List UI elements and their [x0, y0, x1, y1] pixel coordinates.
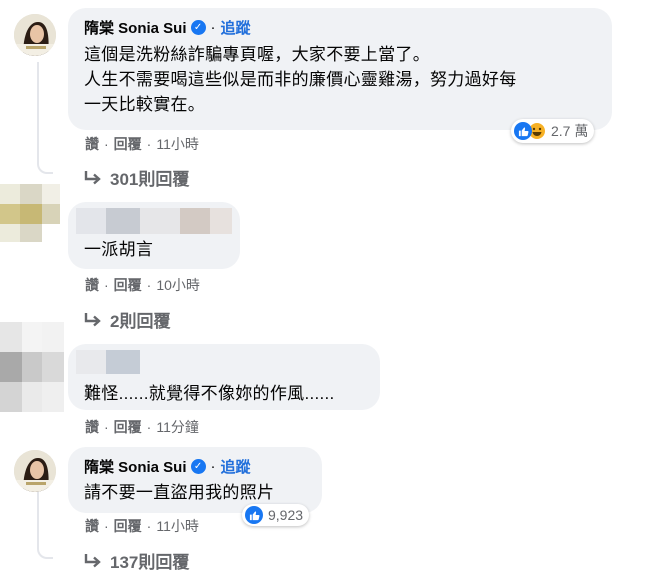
reply-button[interactable]: 回覆: [114, 275, 142, 295]
comment-text: 難怪......就覺得不像妳的作風......: [84, 384, 335, 403]
avatar[interactable]: [14, 450, 56, 492]
separator-dot: ·: [210, 458, 216, 475]
reply-button[interactable]: 回覆: [114, 516, 142, 536]
comment-actions: 讚 · 回覆 · 11小時: [85, 516, 199, 536]
follow-button[interactable]: 追蹤: [221, 17, 251, 38]
reaction-count: 2.7 萬: [551, 123, 589, 139]
view-replies-link[interactable]: 301則回覆: [84, 165, 189, 190]
like-button[interactable]: 讚: [85, 516, 99, 536]
comment-text: 請不要一直盜用我的照片: [84, 483, 275, 502]
timestamp[interactable]: 11分鐘: [156, 417, 199, 437]
avatar[interactable]: [14, 14, 56, 56]
thread-curve: [37, 158, 53, 174]
reaction-summary[interactable]: 9,923: [242, 504, 310, 526]
like-button[interactable]: 讚: [85, 134, 99, 154]
separator-dot: ·: [146, 518, 152, 534]
thread-line: [37, 62, 39, 162]
comment-actions: 讚 · 回覆 · 10小時: [85, 275, 200, 295]
timestamp[interactable]: 11小時: [156, 134, 199, 154]
separator-dot: ·: [104, 277, 109, 293]
verified-badge-icon: ✓: [190, 20, 206, 35]
like-reaction-icon: [514, 122, 532, 140]
reply-arrow-icon: [84, 170, 101, 184]
comment-actions: 讚 · 回覆 · 11分鐘: [85, 417, 199, 437]
separator-dot: ·: [104, 518, 109, 534]
comment-text: 這個是洗粉絲詐騙專頁喔，大家不要上當了。 人生不需要喝這些似是而非的廉價心靈雞湯…: [84, 45, 517, 114]
replies-count: 2則回覆: [110, 312, 171, 331]
blurred-avatar: [0, 322, 64, 412]
comment-header: 隋棠 Sonia Sui ✓ · 追蹤: [84, 456, 251, 477]
author-name[interactable]: 隋棠 Sonia Sui: [84, 17, 187, 38]
comment-text: 一派胡言: [84, 240, 154, 259]
separator-dot: ·: [146, 277, 152, 293]
separator-dot: ·: [146, 419, 152, 435]
like-button[interactable]: 讚: [85, 417, 99, 437]
view-replies-link[interactable]: 2則回覆: [84, 307, 170, 332]
reply-button[interactable]: 回覆: [114, 134, 142, 154]
timestamp[interactable]: 10小時: [156, 275, 200, 295]
separator-dot: ·: [104, 136, 109, 152]
reaction-summary[interactable]: 2.7 萬: [511, 119, 595, 143]
follow-button[interactable]: 追蹤: [221, 456, 251, 477]
comment-actions: 讚 · 回覆 · 11小時: [85, 134, 199, 154]
reaction-count: 9,923: [268, 507, 304, 523]
view-replies-link[interactable]: 137則回覆: [84, 548, 189, 573]
replies-count: 301則回覆: [110, 170, 190, 189]
blurred-avatar: [0, 184, 60, 242]
verified-badge-icon: ✓: [190, 459, 206, 474]
like-reaction-icon: [245, 506, 263, 524]
blurred-author-name: [76, 350, 140, 379]
separator-dot: ·: [210, 19, 216, 36]
separator-dot: ·: [146, 136, 152, 152]
thread-curve: [37, 543, 53, 559]
reply-arrow-icon: [84, 553, 101, 567]
reply-button[interactable]: 回覆: [114, 417, 142, 437]
timestamp[interactable]: 11小時: [156, 516, 199, 536]
replies-count: 137則回覆: [110, 553, 190, 572]
separator-dot: ·: [104, 419, 109, 435]
comment-header: 隋棠 Sonia Sui ✓ · 追蹤: [84, 17, 251, 38]
reply-arrow-icon: [84, 312, 101, 326]
blurred-author-name: [76, 208, 232, 239]
like-button[interactable]: 讚: [85, 275, 99, 295]
author-name[interactable]: 隋棠 Sonia Sui: [84, 456, 187, 477]
